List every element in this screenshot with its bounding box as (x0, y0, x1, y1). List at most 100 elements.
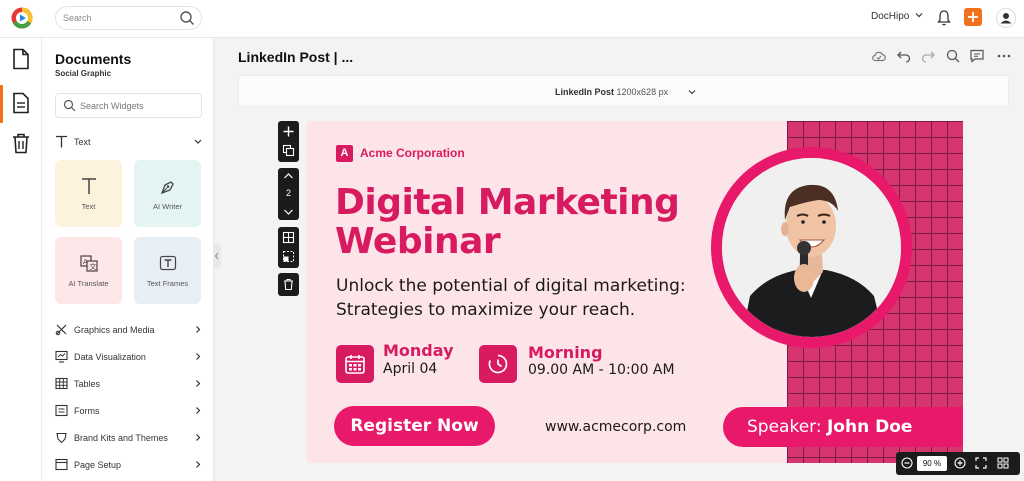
account-name: DocHipo (871, 11, 910, 22)
document-active-icon[interactable] (11, 92, 31, 114)
speaker-prefix: Speaker: (747, 417, 822, 437)
section-forms[interactable]: Forms (55, 404, 202, 420)
speaker-photo-frame[interactable] (711, 147, 912, 348)
section-label: Text (74, 137, 91, 147)
page-delete-toolbar (278, 273, 299, 296)
time-text[interactable]: 09.00 AM - 10:00 AM (528, 362, 675, 378)
zoom-level-input[interactable]: 90 % (917, 456, 947, 471)
chevron-down-icon (194, 139, 202, 144)
document-title[interactable]: LinkedIn Post | ... (238, 49, 353, 65)
user-icon (1000, 13, 1012, 24)
duplicate-page-icon[interactable] (282, 144, 295, 157)
create-new-button[interactable] (964, 8, 982, 26)
add-page-icon[interactable] (282, 125, 295, 138)
chevron-down-icon (688, 90, 696, 95)
app-logo-icon[interactable] (11, 7, 33, 29)
section-data-visualization[interactable]: Data Visualization (55, 350, 202, 366)
documents-icon[interactable] (11, 48, 31, 70)
time-label[interactable]: Morning (528, 343, 603, 362)
tile-text-frames[interactable]: Text Frames (134, 237, 201, 304)
section-text[interactable]: Text (55, 135, 202, 151)
design-canvas[interactable]: A Acme Corporation Digital Marketing Web… (307, 121, 963, 463)
panel-title: Documents (55, 51, 132, 67)
page-layout-toolbar (278, 227, 299, 268)
chevron-up-icon[interactable] (282, 171, 295, 181)
speaker-illustration (722, 158, 901, 337)
speaker-banner[interactable]: Speaker: John Doe (723, 407, 963, 447)
panel-collapse-handle[interactable] (213, 244, 221, 268)
svg-text:文: 文 (90, 262, 97, 271)
size-value: 1200x628 px (616, 87, 669, 97)
chevron-right-icon (196, 326, 201, 333)
calendar-icon (345, 355, 365, 374)
text-icon (56, 135, 67, 148)
section-graphics-and-media[interactable]: Graphics and Media (55, 323, 202, 339)
grid-icon[interactable] (282, 231, 295, 244)
speaker-name: John Doe (826, 417, 913, 437)
section-label: Brand Kits and Themes (74, 433, 168, 443)
day-label[interactable]: Monday (383, 341, 454, 360)
global-search-input[interactable]: Search (55, 6, 202, 30)
chevron-right-icon (196, 380, 201, 387)
size-selector[interactable]: LinkedIn Post 1200x628 px (238, 75, 1009, 107)
tile-text[interactable]: Text (55, 160, 122, 227)
panel-subtitle: Social Graphic (55, 69, 112, 78)
tile-label: AI Writer (152, 202, 183, 211)
page-add-toolbar (278, 121, 299, 162)
widget-search-placeholder: Search Widgets (80, 101, 144, 111)
user-profile-button[interactable] (996, 8, 1016, 28)
tile-ai-writer[interactable]: AI Writer (134, 160, 201, 227)
tile-label: Text Frames (146, 279, 189, 288)
widget-search-input[interactable]: Search Widgets (55, 93, 202, 118)
website-text[interactable]: www.acmecorp.com (545, 419, 686, 435)
chevron-right-icon (196, 353, 201, 360)
zoom-out-icon[interactable] (901, 457, 913, 469)
page-setup-icon (55, 458, 68, 471)
section-tables[interactable]: Tables (55, 377, 202, 393)
chevron-down-icon (915, 13, 923, 18)
pen-nib-icon (160, 181, 174, 195)
top-bar: Search DocHipo (0, 0, 1024, 38)
page-navigator: 2 (278, 168, 299, 220)
zoom-in-icon[interactable] (954, 457, 966, 469)
undo-icon[interactable] (896, 48, 912, 64)
plus-icon (968, 12, 978, 22)
register-now-button[interactable]: Register Now (334, 406, 495, 446)
tile-ai-translate[interactable]: A 文 AI Translate (55, 237, 122, 304)
speaker-photo (722, 158, 901, 337)
resize-icon[interactable] (282, 250, 295, 263)
table-icon (55, 377, 68, 390)
subheading-text[interactable]: Unlock the potential of digital marketin… (336, 274, 706, 322)
trash-icon[interactable] (11, 132, 31, 154)
brand-logo: A (336, 145, 353, 162)
section-brand-kits-and-themes[interactable]: Brand Kits and Themes (55, 431, 202, 447)
section-page-setup[interactable]: Page Setup (55, 458, 202, 474)
chevron-right-icon (196, 461, 201, 468)
form-icon (55, 404, 68, 417)
comment-icon[interactable] (969, 48, 985, 64)
section-label: Forms (74, 406, 100, 416)
fit-screen-icon[interactable] (975, 457, 987, 469)
search-icon[interactable] (179, 10, 195, 26)
more-icon[interactable] (996, 48, 1012, 64)
tile-label: Text (81, 202, 96, 211)
section-label: Graphics and Media (74, 325, 155, 335)
bell-icon[interactable] (936, 9, 952, 27)
trash-icon[interactable] (282, 278, 295, 291)
search-icon[interactable] (945, 48, 961, 64)
headline-text[interactable]: Digital Marketing Webinar (335, 183, 695, 261)
text-frame-icon (159, 255, 177, 271)
brand-name[interactable]: Acme Corporation (360, 146, 465, 160)
grid-view-icon[interactable] (997, 457, 1009, 469)
redo-icon[interactable] (920, 48, 936, 64)
cloud-save-icon[interactable] (871, 48, 887, 64)
section-label: Tables (74, 379, 101, 389)
graphics-icon (55, 324, 67, 336)
date-text[interactable]: April 04 (383, 361, 437, 377)
search-placeholder: Search (63, 13, 92, 23)
left-rail (0, 38, 42, 481)
translate-icon: A 文 (80, 255, 98, 272)
text-icon (82, 178, 96, 194)
account-menu[interactable]: DocHipo (871, 11, 923, 22)
chevron-down-icon[interactable] (282, 207, 295, 217)
